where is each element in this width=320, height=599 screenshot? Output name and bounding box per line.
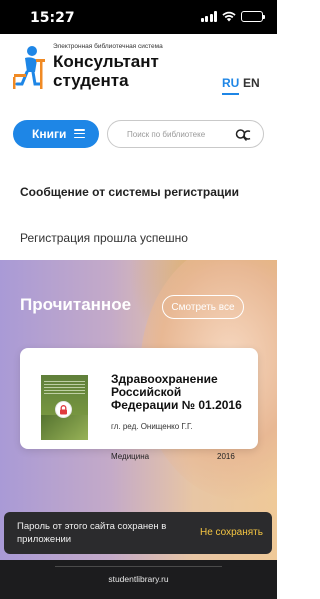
logo-caption: Электронная библиотечная система [53,43,163,50]
book-year: 2016 [217,452,235,461]
search-placeholder: Поиск по библиотеке [127,130,206,139]
books-button-label: Книги [32,127,67,141]
see-all-button[interactable]: Смотреть все [162,295,244,319]
logo-title-line2: студента [53,71,129,90]
message-title: Сообщение от системы регистрации [20,185,240,199]
logo-title-line1: Консультант [53,52,159,71]
dont-save-button[interactable]: Не сохранять [200,527,263,538]
status-bar: 15:27 [0,0,277,34]
battery-icon [241,11,265,22]
toast-message: Пароль от этого сайта сохранен в приложе… [17,521,167,545]
wifi-icon [222,11,236,22]
search-icon[interactable] [235,128,251,142]
book-title[interactable]: Здравоохранение Российской Федерации № 0… [111,373,251,412]
read-section-title: Прочитанное [20,295,132,314]
status-time: 15:27 [30,10,75,26]
search-input[interactable]: Поиск по библиотеке [107,120,264,148]
logo-icon[interactable] [11,44,47,92]
language-ru[interactable]: RU [222,76,240,95]
book-category: Медицина [111,452,150,461]
url-text[interactable]: studentlibrary.ru [0,574,277,584]
status-icons [200,11,265,22]
hamburger-icon [74,129,85,138]
message-text: Регистрация прошла успешно [20,231,188,245]
books-menu-button[interactable]: Книги [13,120,99,148]
book-author: гл. ред. Онищенко Г.Г. [111,422,193,431]
browser-url-bar[interactable]: studentlibrary.ru [0,560,277,599]
language-en[interactable]: EN [243,76,260,90]
signal-icon [200,11,217,22]
lock-icon [55,401,72,418]
book-card[interactable]: Здравоохранение Российской Федерации № 0… [20,348,258,461]
url-bar-divider [55,566,222,567]
password-saved-toast: Пароль от этого сайта сохранен в приложе… [4,512,272,554]
logo-title[interactable]: Консультант студента [53,52,159,90]
site-header: Электронная библиотечная система Консуль… [0,34,277,106]
